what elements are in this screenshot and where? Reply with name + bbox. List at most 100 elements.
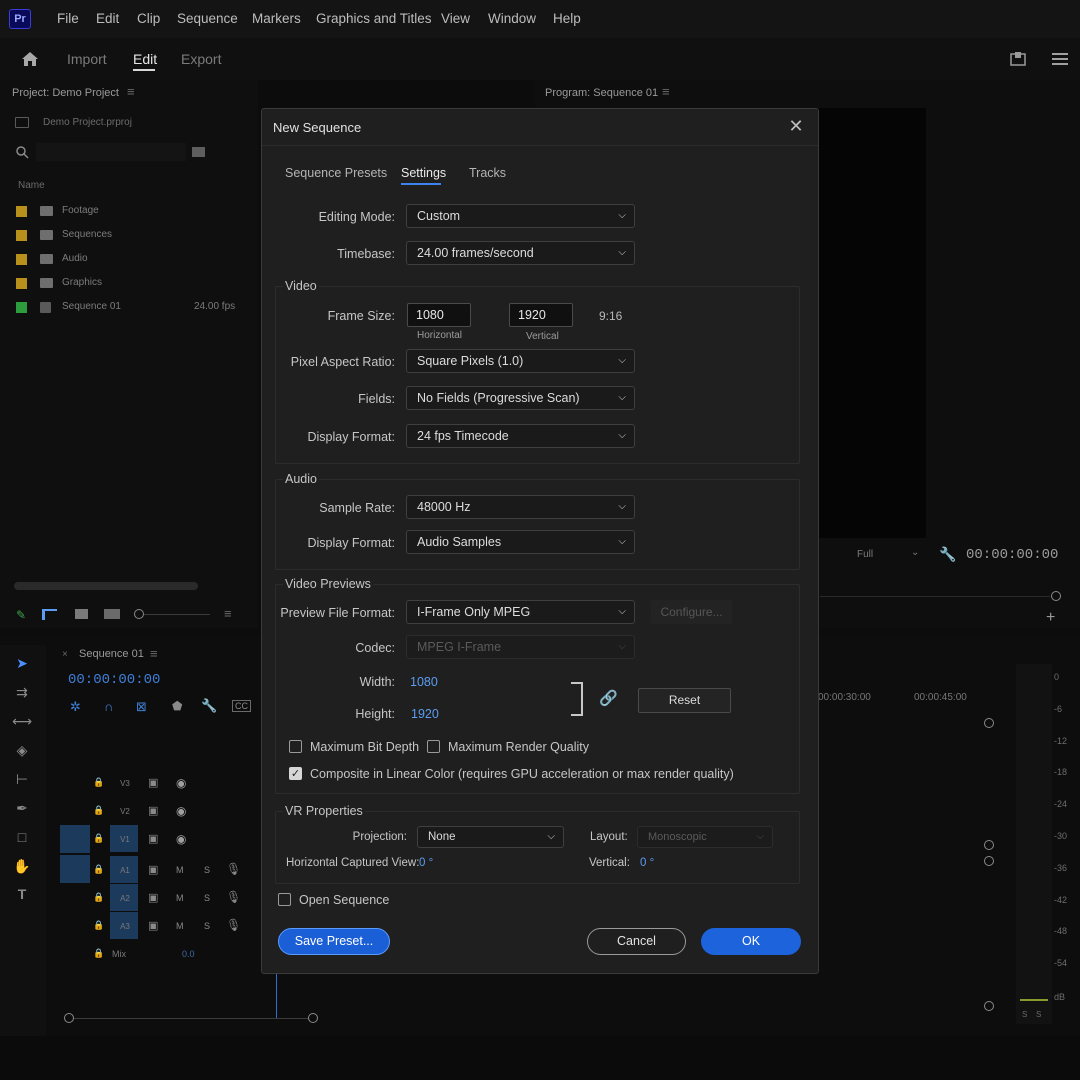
panel-menu-icon[interactable]: ≡ (150, 646, 158, 661)
project-search-input[interactable] (36, 143, 186, 161)
video-display-format-select[interactable]: 24 fps Timecode ⌵ (406, 424, 635, 448)
mute-icon[interactable]: M (176, 893, 184, 903)
marker-icon[interactable]: ⬟ (172, 699, 182, 713)
add-button-icon[interactable]: + (1046, 609, 1055, 627)
export-frame-icon[interactable] (1010, 51, 1026, 67)
configure-button[interactable]: Configure... (651, 600, 732, 624)
close-icon[interactable]: × (62, 649, 68, 660)
projection-select[interactable]: None ⌵ (417, 826, 564, 848)
track-label-v3[interactable]: V3 (117, 779, 133, 788)
program-video-frame[interactable] (818, 108, 926, 538)
playhead-line[interactable] (276, 974, 277, 1018)
zoom-level-select[interactable]: Full (857, 549, 873, 560)
scrub-handle[interactable] (1051, 591, 1061, 601)
mute-icon[interactable]: M (176, 921, 184, 931)
max-bit-depth-label[interactable]: Maximum Bit Depth (310, 740, 419, 754)
timeline-zoom-scrollbar[interactable] (74, 1018, 308, 1019)
track-label-a1[interactable]: A1 (117, 866, 133, 875)
icon-view-icon[interactable] (75, 609, 88, 619)
link-icon[interactable]: 🔗 (599, 689, 618, 707)
type-tool-icon[interactable]: T (12, 886, 32, 906)
ripple-edit-tool-icon[interactable]: ⟷ (12, 713, 32, 733)
vertical-scroll-handle[interactable] (984, 718, 994, 728)
menu-clip[interactable]: Clip (137, 11, 160, 26)
reset-button[interactable]: Reset (638, 688, 731, 713)
audio-display-format-select[interactable]: Audio Samples ⌵ (406, 530, 635, 554)
tab-edit[interactable]: Edit (133, 51, 157, 67)
zoom-scroll-handle-right[interactable] (308, 1013, 318, 1023)
list-item[interactable]: Sequences (16, 226, 252, 246)
menu-graphics-and-titles[interactable]: Graphics and Titles (316, 11, 432, 26)
lock-icon[interactable]: 🔒 (93, 777, 104, 787)
lock-icon[interactable]: 🔒 (93, 864, 104, 874)
sync-lock-icon[interactable]: ▣ (148, 891, 158, 904)
track-label-v2[interactable]: V2 (117, 807, 133, 816)
preview-height-value[interactable]: 1920 (411, 707, 439, 721)
sync-lock-icon[interactable]: ▣ (148, 863, 158, 876)
zoom-scroll-handle-left[interactable] (64, 1013, 74, 1023)
new-bin-icon[interactable] (192, 147, 205, 157)
fields-select[interactable]: No Fields (Progressive Scan) ⌵ (406, 386, 635, 410)
slip-tool-icon[interactable]: ⊢ (12, 771, 32, 791)
source-patch-v1[interactable] (60, 825, 90, 853)
project-panel-title[interactable]: Project: Demo Project (12, 87, 119, 99)
lock-icon[interactable]: 🔒 (93, 833, 104, 843)
source-patch-a1[interactable] (60, 855, 90, 883)
track-select-tool-icon[interactable]: ⇉ (12, 684, 32, 704)
program-scrub-track[interactable] (820, 596, 1050, 597)
project-scrollbar[interactable] (14, 582, 198, 590)
track-label-v1[interactable]: V1 (117, 835, 133, 844)
microphone-icon[interactable]: 🎙 (226, 862, 241, 876)
microphone-icon[interactable]: 🎙 (226, 918, 241, 932)
sync-lock-icon[interactable]: ▣ (148, 832, 158, 845)
pencil-icon[interactable]: ✎ (16, 608, 26, 622)
eye-icon[interactable]: ◉ (176, 832, 186, 846)
vertical-view-value[interactable]: 0 ° (640, 857, 654, 869)
solo-icon[interactable]: S (204, 893, 210, 903)
snap-icon[interactable]: ✲ (70, 699, 81, 715)
solo-icon[interactable]: S (204, 921, 210, 931)
tab-tracks[interactable]: Tracks (469, 166, 506, 180)
eye-icon[interactable]: ◉ (176, 776, 186, 790)
eye-icon[interactable]: ◉ (176, 804, 186, 818)
composite-linear-checkbox[interactable]: ✓ (289, 767, 302, 780)
search-icon[interactable] (16, 146, 29, 159)
tab-sequence-presets[interactable]: Sequence Presets (285, 166, 387, 180)
microphone-icon[interactable]: 🎙 (226, 890, 241, 904)
sample-rate-select[interactable]: 48000 Hz ⌵ (406, 495, 635, 519)
menu-sequence[interactable]: Sequence (177, 11, 238, 26)
ok-button[interactable]: OK (701, 928, 801, 955)
rectangle-tool-icon[interactable]: □ (12, 829, 32, 849)
preview-width-value[interactable]: 1080 (410, 675, 438, 689)
pixel-aspect-select[interactable]: Square Pixels (1.0) ⌵ (406, 349, 635, 373)
horizontal-view-value[interactable]: 0 ° (419, 857, 433, 869)
panel-menu-icon[interactable]: ≡ (127, 84, 135, 99)
tab-export[interactable]: Export (181, 51, 221, 67)
lock-icon[interactable]: 🔒 (93, 948, 104, 958)
max-render-quality-checkbox[interactable] (427, 740, 440, 753)
vertical-scroll-handle[interactable] (984, 840, 994, 850)
lock-icon[interactable]: 🔒 (93, 805, 104, 815)
mute-icon[interactable]: M (176, 865, 184, 875)
save-preset-button[interactable]: Save Preset... (278, 928, 390, 955)
close-icon[interactable]: ✕ (788, 116, 804, 136)
program-timecode[interactable]: 00:00:00:00 (966, 547, 1058, 563)
hamburger-menu-icon[interactable] (1052, 53, 1068, 65)
open-sequence-checkbox[interactable] (278, 893, 291, 906)
menu-view[interactable]: View (441, 11, 470, 26)
freeform-view-icon[interactable] (104, 609, 120, 619)
editing-mode-select[interactable]: Custom ⌵ (406, 204, 635, 228)
selection-tool-icon[interactable]: ➤ (12, 655, 32, 675)
layout-select[interactable]: Monoscopic ⌵ (637, 826, 773, 848)
cancel-button[interactable]: Cancel (587, 928, 686, 955)
max-bit-depth-checkbox[interactable] (289, 740, 302, 753)
frame-width-input[interactable]: 1080 (407, 303, 471, 327)
max-render-quality-label[interactable]: Maximum Render Quality (448, 740, 589, 754)
composite-linear-label[interactable]: Composite in Linear Color (requires GPU … (310, 767, 734, 781)
razor-tool-icon[interactable]: ◈ (12, 742, 32, 762)
home-icon[interactable] (21, 51, 39, 67)
mix-volume-value[interactable]: 0.0 (182, 949, 195, 959)
menu-file[interactable]: File (57, 11, 79, 26)
tab-import[interactable]: Import (67, 51, 107, 67)
vertical-scroll-handle[interactable] (984, 856, 994, 866)
